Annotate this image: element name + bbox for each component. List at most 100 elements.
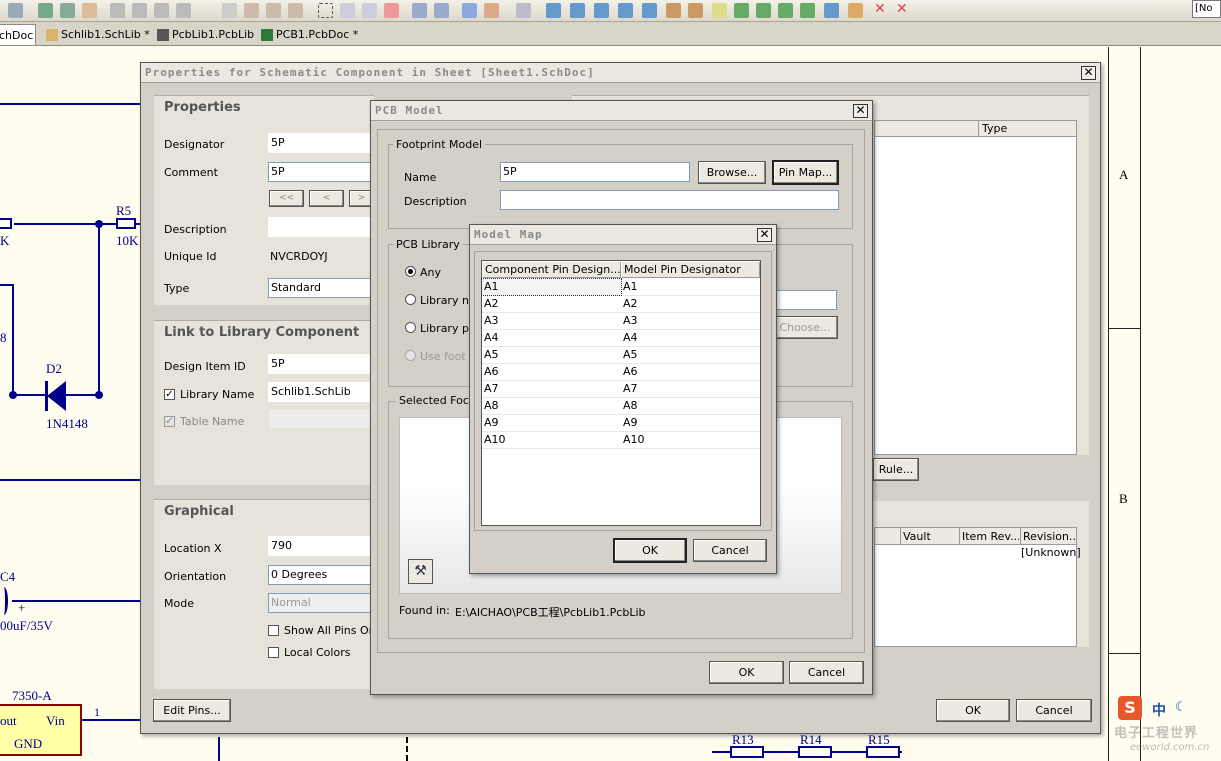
location-x-field[interactable]: 790: [268, 536, 374, 556]
table-row[interactable]: A5 A5: [482, 347, 760, 364]
browse-button[interactable]: Browse...: [698, 161, 766, 184]
move-icon[interactable]: [340, 3, 355, 18]
model-pin-cell[interactable]: A3: [621, 313, 760, 329]
part-icon[interactable]: [712, 3, 727, 18]
model-pin-cell[interactable]: A8: [621, 398, 760, 414]
no-erc-icon[interactable]: ✕: [874, 1, 886, 17]
resistor-r5[interactable]: [116, 218, 136, 229]
ok-button[interactable]: OK: [709, 661, 784, 684]
component-pin-header[interactable]: Component Pin Design...: [483, 262, 621, 278]
zoom-area-icon[interactable]: [132, 3, 147, 18]
component-pin-cell[interactable]: A4: [482, 330, 621, 346]
model-pin-cell[interactable]: A4: [621, 330, 760, 346]
tab-pcbdoc[interactable]: PCB1.PcbDoc *: [257, 24, 361, 45]
component-pin-cell[interactable]: A7: [482, 381, 621, 397]
table-row[interactable]: A9 A9: [482, 415, 760, 432]
sheet-symbol-icon[interactable]: [734, 3, 749, 18]
library-name-checkbox[interactable]: ✓: [164, 389, 175, 400]
cancel-button[interactable]: Cancel: [1016, 699, 1092, 722]
filter-combo[interactable]: [No V: [1192, 0, 1221, 18]
paste-icon[interactable]: [266, 3, 281, 18]
model-pin-cell[interactable]: A1: [621, 279, 760, 295]
ok-button[interactable]: OK: [613, 538, 687, 563]
close-icon[interactable]: ✕: [757, 228, 772, 242]
table-row[interactable]: A4 A4: [482, 330, 760, 347]
ok-button[interactable]: OK: [936, 699, 1010, 722]
component-pin-cell[interactable]: A1: [481, 278, 622, 296]
cross-probe-icon[interactable]: [484, 3, 499, 18]
close-icon[interactable]: ✕: [853, 104, 868, 118]
capacitor-c4[interactable]: [0, 587, 8, 615]
wire-icon[interactable]: [546, 3, 561, 18]
table-row[interactable]: A2 A2: [482, 296, 760, 313]
directive-icon[interactable]: [848, 3, 863, 18]
table-name-checkbox[interactable]: ✓: [164, 416, 175, 427]
library-path-radio[interactable]: [405, 322, 416, 333]
device-sheet-icon[interactable]: [778, 3, 793, 18]
net-label-icon[interactable]: [618, 3, 633, 18]
zoom-select-icon[interactable]: [154, 3, 169, 18]
table-row[interactable]: A1 A1: [481, 278, 760, 296]
choose-button[interactable]: Choose...: [772, 316, 838, 339]
clear-icon[interactable]: [384, 3, 399, 18]
table-row[interactable]: A7 A7: [482, 381, 760, 398]
diode-d2[interactable]: [44, 381, 68, 411]
mode-combo[interactable]: Normal: [268, 593, 374, 613]
component-pin-cell[interactable]: A3: [482, 313, 621, 329]
cut-icon[interactable]: [222, 3, 237, 18]
port-icon[interactable]: [800, 3, 815, 18]
show-all-pins-checkbox[interactable]: [268, 625, 279, 636]
component-icon[interactable]: [60, 3, 75, 18]
component-pin-cell[interactable]: A5: [482, 347, 621, 363]
ime-logo-icon[interactable]: S: [1118, 696, 1142, 720]
model-pin-cell[interactable]: A7: [621, 381, 760, 397]
library-name-radio[interactable]: [405, 294, 416, 305]
any-radio[interactable]: [405, 266, 416, 277]
no-erc-alt-icon[interactable]: ✕: [896, 1, 908, 17]
edit-pins-button[interactable]: Edit Pins...: [153, 699, 231, 722]
prev-button[interactable]: <: [309, 190, 344, 207]
folder-icon[interactable]: [82, 3, 97, 18]
orientation-combo[interactable]: 0 Degrees: [268, 565, 374, 585]
revision-column-header[interactable]: Revision...: [1020, 528, 1076, 545]
vcc-icon[interactable]: [688, 3, 703, 18]
item-rev-column-header[interactable]: Item Rev...: [959, 528, 1019, 545]
model-pin-cell[interactable]: A2: [621, 296, 760, 312]
parameters-grid[interactable]: Type: [874, 120, 1077, 455]
model-pin-cell[interactable]: A10: [621, 432, 760, 448]
zoom-fit-icon[interactable]: [110, 3, 125, 18]
close-icon[interactable]: ✕: [1081, 66, 1096, 80]
resistor-left[interactable]: [0, 218, 12, 229]
deselect-icon[interactable]: [362, 3, 377, 18]
sheet-entry-icon[interactable]: [756, 3, 771, 18]
tab-schlib[interactable]: Schlib1.SchLib *: [42, 24, 150, 45]
library-name-field[interactable]: [767, 290, 837, 310]
gnd-icon[interactable]: [666, 3, 681, 18]
zoom-icon[interactable]: [8, 3, 23, 18]
description-field[interactable]: [500, 190, 839, 210]
redo-icon[interactable]: [434, 3, 449, 18]
model-pin-header[interactable]: Model Pin Designator: [622, 262, 760, 278]
rule-button[interactable]: Rule...: [873, 458, 919, 481]
wrench-icon[interactable]: ⚒: [408, 559, 433, 584]
cancel-button[interactable]: Cancel: [789, 661, 864, 684]
component-pin-cell[interactable]: A9: [482, 415, 621, 431]
bus-entry-icon[interactable]: [594, 3, 609, 18]
design-item-field[interactable]: 5P: [268, 354, 374, 374]
select-icon[interactable]: [318, 3, 333, 18]
model-pin-cell[interactable]: A6: [621, 364, 760, 380]
moon-icon[interactable]: ☾: [1175, 700, 1187, 715]
table-name-field[interactable]: [268, 409, 374, 429]
harness-icon[interactable]: [824, 3, 839, 18]
models-grid[interactable]: Vault Item Rev... Revision... [Unknown]: [874, 527, 1081, 647]
use-footprint-radio[interactable]: [405, 350, 416, 361]
description-field[interactable]: [268, 217, 374, 237]
table-row[interactable]: A6 A6: [482, 364, 760, 381]
footprint-name-field[interactable]: 5P: [500, 162, 690, 182]
netlabel-icon[interactable]: [642, 3, 657, 18]
undo-icon[interactable]: [412, 3, 427, 18]
table-row[interactable]: A10 A10: [482, 432, 760, 449]
rubber-stamp-icon[interactable]: [288, 3, 303, 18]
pin-map-button[interactable]: Pin Map...: [772, 160, 839, 185]
zoom-dropdown-icon[interactable]: [176, 3, 191, 18]
